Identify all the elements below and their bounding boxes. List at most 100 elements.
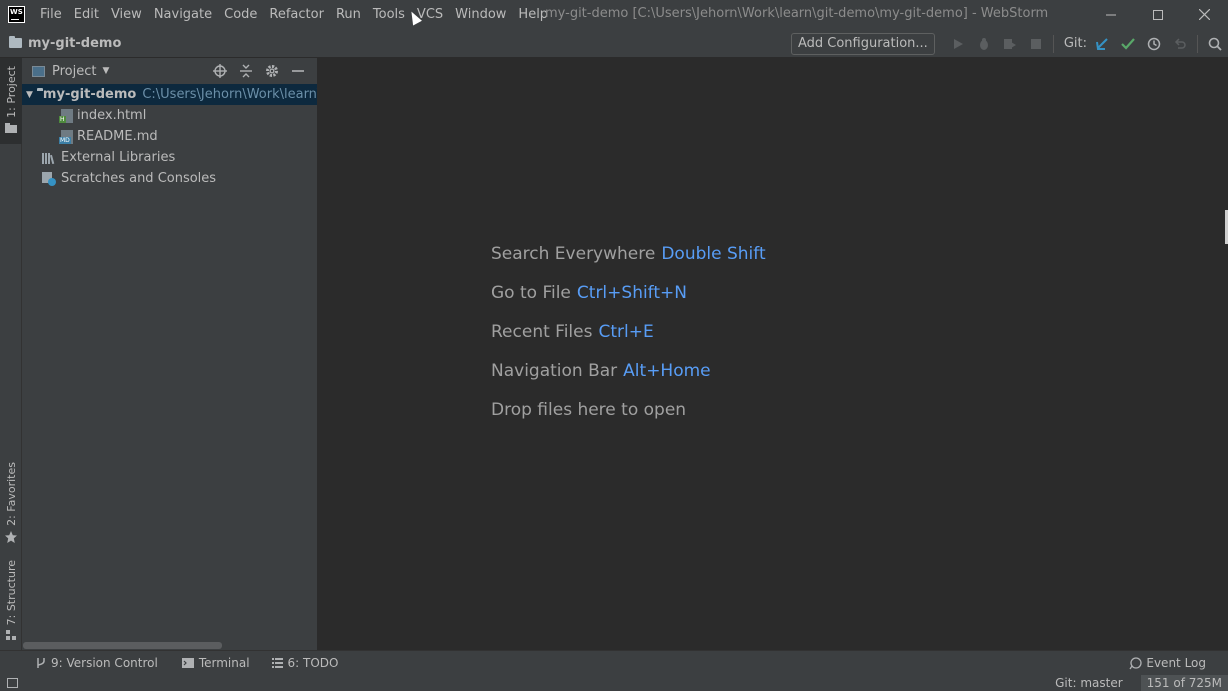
- breadcrumb[interactable]: my-git-demo: [9, 36, 121, 51]
- left-tool-stripe: 1: Project 2: Favorites 7: Structure: [0, 58, 22, 650]
- maximize-button[interactable]: [1134, 0, 1181, 29]
- memory-indicator[interactable]: 151 of 725M: [1140, 675, 1228, 691]
- tab-todo[interactable]: 6: TODO: [271, 656, 338, 670]
- status-bar: Git: master 151 of 725M: [0, 675, 1228, 691]
- navigation-bar: my-git-demo Add Configuration... Git:: [0, 29, 1228, 58]
- project-panel: Project ▼ ▼ my-git-demo C:\Users\Jehorn\…: [22, 58, 318, 650]
- star-icon: [5, 530, 17, 543]
- external-libraries-label: External Libraries: [61, 150, 176, 165]
- tree-external-libraries[interactable]: External Libraries: [22, 147, 317, 168]
- menu-edit[interactable]: Edit: [68, 0, 105, 29]
- tab-favorites[interactable]: 2: Favorites: [0, 458, 22, 544]
- hint-go-to-file: Go to File Ctrl+Shift+N: [491, 283, 687, 303]
- add-configuration-button[interactable]: Add Configuration...: [790, 32, 935, 55]
- list-icon: [271, 658, 283, 668]
- git-commit-button[interactable]: [1115, 29, 1141, 58]
- coverage-button[interactable]: [997, 29, 1023, 58]
- menu-file[interactable]: File: [34, 0, 68, 29]
- menu-code[interactable]: Code: [218, 0, 263, 29]
- title-bar: WS File Edit View Navigate Code Refactor…: [0, 0, 1228, 29]
- horizontal-scrollbar[interactable]: [23, 642, 222, 649]
- git-history-button[interactable]: [1141, 29, 1167, 58]
- menu-refactor[interactable]: Refactor: [263, 0, 330, 29]
- run-icon: [953, 38, 963, 49]
- project-tree: ▼ my-git-demo C:\Users\Jehorn\Work\learn…: [22, 84, 317, 189]
- menu-tools[interactable]: Tools: [367, 0, 411, 29]
- menu-view[interactable]: View: [105, 0, 148, 29]
- git-update-button[interactable]: [1089, 29, 1115, 58]
- git-label: Git:: [1063, 36, 1087, 51]
- scratches-icon: [42, 171, 56, 186]
- folder-icon: [5, 122, 17, 133]
- minimize-button[interactable]: [1087, 0, 1134, 29]
- close-icon: [1199, 9, 1210, 20]
- hide-panel-button[interactable]: [285, 58, 311, 84]
- tab-project-label: 1: Project: [4, 66, 18, 118]
- speech-bubble-icon: [1129, 656, 1143, 669]
- menu-run[interactable]: Run: [330, 0, 367, 29]
- menu-navigate[interactable]: Navigate: [148, 0, 218, 29]
- collapse-all-button[interactable]: [233, 58, 259, 84]
- project-panel-header: Project ▼: [22, 58, 317, 84]
- clock-icon: [1147, 37, 1161, 50]
- git-branch-widget[interactable]: Git: master: [1055, 676, 1123, 690]
- file-name: index.html: [77, 108, 147, 123]
- tree-file-index[interactable]: H index.html: [22, 105, 317, 126]
- minimize-icon: [292, 70, 304, 72]
- checkmark-icon: [1121, 37, 1135, 50]
- expand-triangle-icon: ▼: [26, 89, 33, 100]
- git-rollback-button[interactable]: [1167, 29, 1193, 58]
- debug-icon: [979, 37, 988, 50]
- undo-icon: [1174, 37, 1186, 49]
- search-everywhere-button[interactable]: [1202, 29, 1228, 58]
- menu-window[interactable]: Window: [449, 0, 512, 29]
- arrow-down-left-icon: [1096, 37, 1108, 50]
- gear-icon: [266, 65, 278, 77]
- tab-terminal[interactable]: Terminal: [181, 656, 250, 670]
- tab-project[interactable]: 1: Project: [0, 58, 22, 144]
- close-button[interactable]: [1181, 0, 1228, 29]
- hint-navigation-bar: Navigation Bar Alt+Home: [491, 361, 711, 381]
- tree-root[interactable]: ▼ my-git-demo C:\Users\Jehorn\Work\learn…: [22, 84, 317, 105]
- hint-drop-files: Drop files here to open: [491, 400, 687, 420]
- tree-scratches[interactable]: Scratches and Consoles: [22, 168, 317, 189]
- maximize-icon: [1152, 9, 1163, 20]
- terminal-icon: [181, 658, 194, 668]
- tab-version-control[interactable]: 9: Version Control: [35, 656, 158, 670]
- tool-windows-toggle-icon[interactable]: [7, 678, 18, 688]
- tree-file-readme[interactable]: MD README.md: [22, 126, 317, 147]
- locate-file-button[interactable]: [207, 58, 233, 84]
- project-view-selector[interactable]: Project ▼: [32, 64, 109, 79]
- file-name: README.md: [77, 129, 158, 144]
- stop-icon: [1030, 38, 1041, 49]
- minimize-icon: [1105, 14, 1116, 15]
- library-icon: [42, 152, 55, 164]
- project-icon: [32, 65, 45, 77]
- chevron-down-icon: ▼: [102, 66, 110, 76]
- main-menu: File Edit View Navigate Code Refactor Ru…: [34, 0, 554, 29]
- markdown-file-icon: MD: [59, 129, 73, 144]
- window-title: my-git-demo [C:\Users\Jehorn\Work\learn\…: [545, 6, 1049, 21]
- stop-button[interactable]: [1023, 29, 1049, 58]
- search-icon: [1208, 37, 1222, 51]
- editor-area: Search Everywhere Double Shift Go to File…: [318, 58, 1228, 650]
- tab-favorites-label: 2: Favorites: [4, 462, 18, 526]
- tab-event-log[interactable]: Event Log: [1129, 651, 1206, 675]
- scratches-label: Scratches and Consoles: [61, 171, 217, 186]
- crosshair-icon: [213, 64, 227, 78]
- coverage-icon: [1003, 38, 1016, 49]
- run-toolbar: Add Configuration... Git:: [790, 29, 1228, 58]
- tab-structure-label: 7: Structure: [4, 560, 18, 626]
- branch-icon: [37, 658, 45, 668]
- tab-structure[interactable]: 7: Structure: [0, 556, 22, 640]
- settings-button[interactable]: [259, 58, 285, 84]
- hint-search-everywhere: Search Everywhere Double Shift: [491, 244, 766, 264]
- html-file-icon: H: [59, 108, 73, 123]
- folder-icon: [9, 36, 22, 48]
- run-button[interactable]: [945, 29, 971, 58]
- debug-button[interactable]: [971, 29, 997, 58]
- webstorm-logo-icon: WS: [8, 6, 25, 23]
- root-folder-name: my-git-demo: [42, 87, 137, 102]
- collapse-all-icon: [240, 64, 252, 78]
- hint-recent-files: Recent Files Ctrl+E: [491, 322, 654, 342]
